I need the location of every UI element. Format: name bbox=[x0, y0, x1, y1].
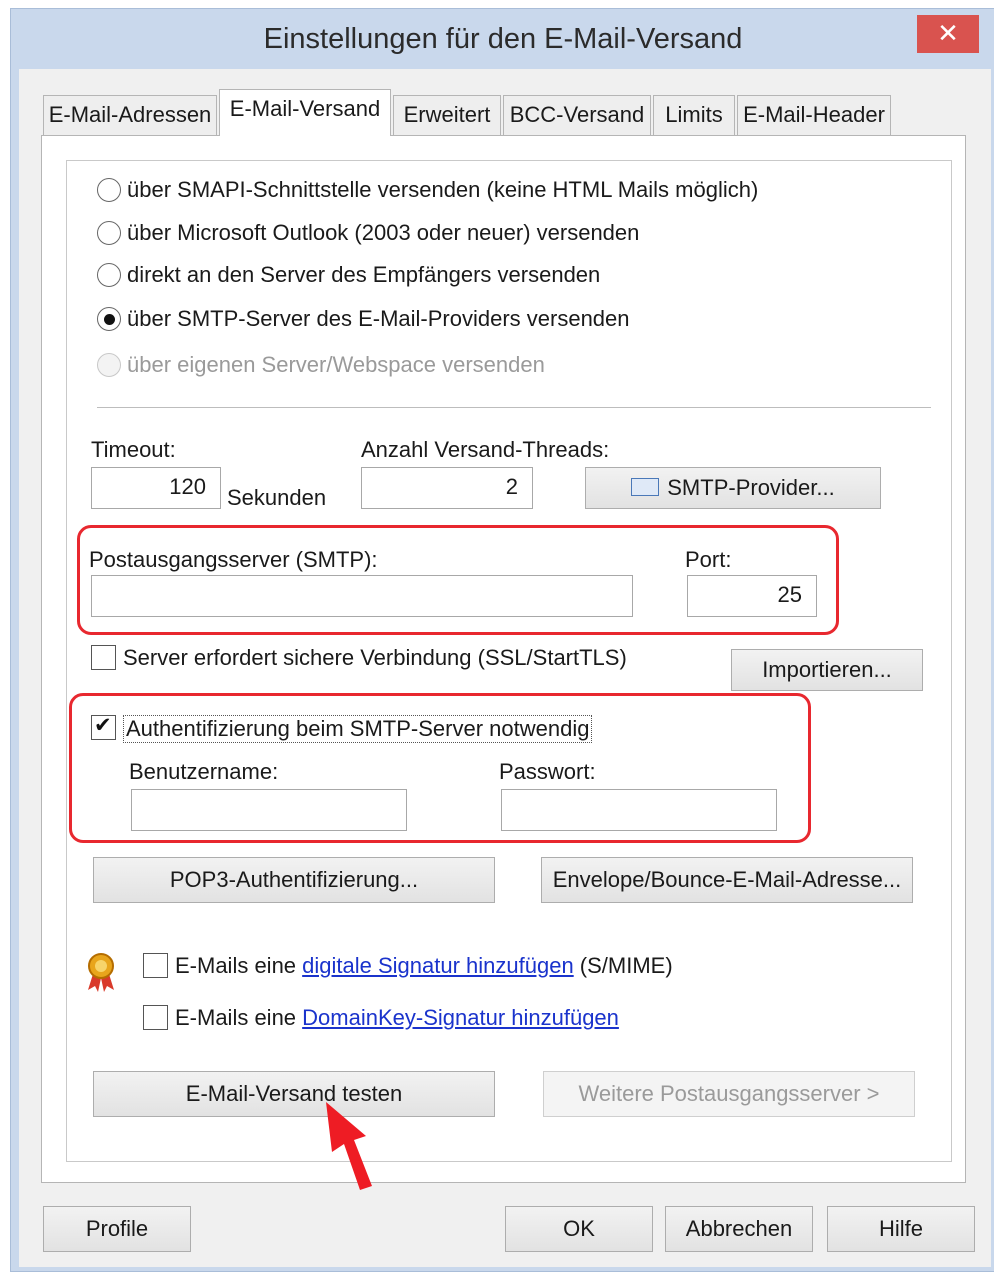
help-button[interactable]: Hilfe bbox=[827, 1206, 975, 1252]
more-servers-button: Weitere Postausgangsserver > bbox=[543, 1071, 915, 1117]
dialog-body: E-Mail-Adressen E-Mail-Versand Erweitert… bbox=[19, 69, 991, 1267]
cancel-button[interactable]: Abbrechen bbox=[665, 1206, 813, 1252]
envelope-icon bbox=[631, 478, 660, 497]
radio-button-disabled bbox=[97, 353, 121, 377]
ok-button[interactable]: OK bbox=[505, 1206, 653, 1252]
radio-smtp-provider[interactable]: über SMTP-Server des E-Mail-Providers ve… bbox=[97, 304, 630, 334]
radio-button-selected[interactable] bbox=[97, 307, 121, 331]
radio-own-server: über eigenen Server/Webspace versenden bbox=[97, 350, 545, 380]
tab-panel: über SMAPI-Schnittstelle versenden (kein… bbox=[41, 135, 966, 1183]
smime-link[interactable]: digitale Signatur hinzufügen bbox=[302, 953, 574, 978]
username-input[interactable] bbox=[131, 789, 407, 831]
auth-checkbox[interactable] bbox=[91, 713, 116, 740]
smime-prefix: E-Mails eine bbox=[175, 953, 303, 978]
password-input[interactable] bbox=[501, 789, 777, 831]
close-button[interactable]: ✕ bbox=[917, 15, 979, 53]
separator bbox=[97, 407, 931, 408]
smime-label: E-Mails eine digitale Signatur hinzufüge… bbox=[175, 953, 673, 979]
envelope-bounce-button[interactable]: Envelope/Bounce-E-Mail-Adresse... bbox=[541, 857, 913, 903]
settings-group: über SMAPI-Schnittstelle versenden (kein… bbox=[66, 160, 952, 1162]
test-sending-button[interactable]: E-Mail-Versand testen bbox=[93, 1071, 495, 1117]
tab-email-header[interactable]: E-Mail-Header bbox=[737, 95, 891, 135]
threads-label: Anzahl Versand-Threads: bbox=[361, 437, 610, 462]
timeout-unit: Sekunden bbox=[227, 485, 327, 510]
port-input[interactable]: 25 bbox=[687, 575, 817, 617]
password-label: Passwort: bbox=[499, 759, 596, 784]
window-title: Einstellungen für den E-Mail-Versand bbox=[263, 23, 743, 55]
radio-direct[interactable]: direkt an den Server des Empfängers vers… bbox=[97, 260, 600, 290]
smtp-server-input[interactable] bbox=[91, 575, 633, 617]
radio-outlook[interactable]: über Microsoft Outlook (2003 oder neuer)… bbox=[97, 218, 639, 248]
settings-dialog: Einstellungen für den E-Mail-Versand ✕ E… bbox=[10, 8, 994, 1272]
radio-button[interactable] bbox=[97, 221, 121, 245]
ssl-checkbox[interactable] bbox=[91, 645, 116, 670]
import-button[interactable]: Importieren... bbox=[731, 649, 923, 691]
radio-label: über eigenen Server/Webspace versenden bbox=[127, 352, 545, 377]
smime-suffix: (S/MIME) bbox=[573, 953, 673, 978]
port-label: Port: bbox=[685, 547, 732, 572]
dkim-prefix: E-Mails eine bbox=[175, 1005, 303, 1030]
dkim-label: E-Mails eine DomainKey-Signatur hinzufüg… bbox=[175, 1005, 619, 1031]
radio-button[interactable] bbox=[97, 178, 121, 202]
radio-label: über SMAPI-Schnittstelle versenden (kein… bbox=[127, 177, 759, 202]
red-arrow-icon bbox=[326, 1102, 372, 1190]
tab-bcc[interactable]: BCC-Versand bbox=[503, 95, 651, 135]
ssl-label: Server erfordert sichere Verbindung (SSL… bbox=[123, 645, 627, 670]
radio-button[interactable] bbox=[97, 263, 121, 287]
dkim-checkbox[interactable] bbox=[143, 1005, 168, 1030]
radio-smapi[interactable]: über SMAPI-Schnittstelle versenden (kein… bbox=[97, 175, 758, 205]
tab-email-sending[interactable]: E-Mail-Versand bbox=[219, 89, 391, 136]
smtp-provider-label: SMTP-Provider... bbox=[667, 475, 835, 500]
certificate-award-icon bbox=[88, 953, 114, 992]
radio-label: über Microsoft Outlook (2003 oder neuer)… bbox=[127, 220, 640, 245]
smtp-server-label: Postausgangsserver (SMTP): bbox=[89, 547, 378, 572]
pop3-auth-button[interactable]: POP3-Authentifizierung... bbox=[93, 857, 495, 903]
tab-advanced[interactable]: Erweitert bbox=[393, 95, 501, 135]
auth-label: Authentifizierung beim SMTP-Server notwe… bbox=[123, 715, 593, 743]
tab-limits[interactable]: Limits bbox=[653, 95, 735, 135]
profile-button[interactable]: Profile bbox=[43, 1206, 191, 1252]
radio-label: direkt an den Server des Empfängers vers… bbox=[127, 262, 601, 287]
dkim-link[interactable]: DomainKey-Signatur hinzufügen bbox=[302, 1005, 619, 1030]
timeout-label: Timeout: bbox=[91, 437, 176, 462]
username-label: Benutzername: bbox=[129, 759, 279, 784]
title-bar: Einstellungen für den E-Mail-Versand ✕ bbox=[11, 9, 994, 69]
threads-input[interactable]: 2 bbox=[361, 467, 533, 509]
tab-email-addresses[interactable]: E-Mail-Adressen bbox=[43, 95, 217, 135]
timeout-input[interactable]: 120 bbox=[91, 467, 221, 509]
smime-checkbox[interactable] bbox=[143, 953, 168, 978]
radio-label: über SMTP-Server des E-Mail-Providers ve… bbox=[127, 306, 630, 331]
smtp-provider-button[interactable]: SMTP-Provider... bbox=[585, 467, 881, 509]
